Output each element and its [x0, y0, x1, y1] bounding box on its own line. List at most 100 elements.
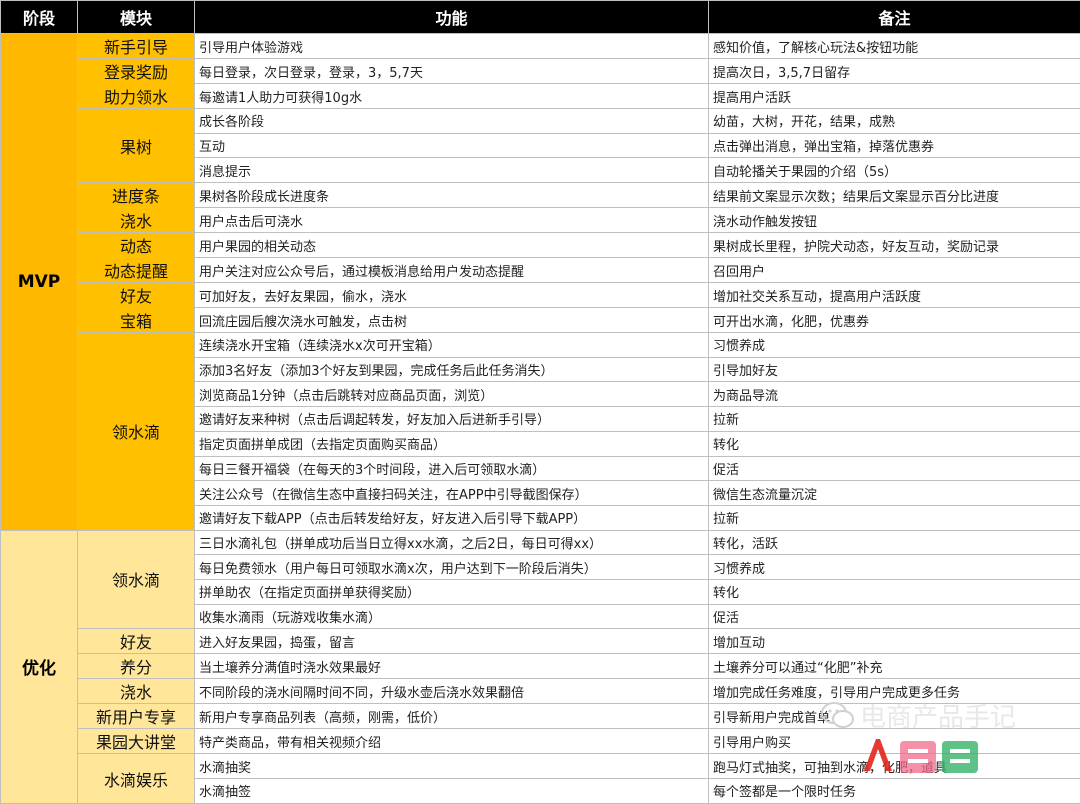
- module-cell: 好友: [78, 629, 195, 654]
- table-row: 浇水 用户点击后可浇水 浇水动作触发按钮: [1, 208, 1080, 233]
- note-cell: 增加社交关系互动，提高用户活跃度: [709, 283, 1080, 308]
- module-cell: 领水滴: [78, 333, 195, 531]
- function-cell: 每邀请1人助力可获得10g水: [195, 84, 709, 109]
- module-cell: 新手引导: [78, 34, 195, 59]
- wechat-icon: [820, 701, 856, 731]
- note-cell: 土壤养分可以通过“化肥”补充: [709, 654, 1080, 679]
- watermark: 电商产品手记: [820, 697, 1040, 787]
- function-cell: 每日三餐开福袋（在每天的3个时间段，进入后可领取水滴）: [195, 456, 709, 481]
- table-row: 登录奖励 每日登录，次日登录，登录，3，5,7天 提高次日，3,5,7日留存: [1, 59, 1080, 84]
- note-cell: 幼苗，大树，开花，结果，成熟: [709, 109, 1080, 134]
- header-row: 阶段 模块 功能 备注: [1, 1, 1080, 34]
- table-row: 好友 可加好友，去好友果园，偷水，浇水 增加社交关系互动，提高用户活跃度: [1, 283, 1080, 308]
- stage-mvp: MVP: [1, 34, 78, 531]
- table-row: 助力领水 每邀请1人助力可获得10g水 提高用户活跃: [1, 84, 1080, 109]
- module-cell: 果园大讲堂: [78, 729, 195, 754]
- function-cell: 新用户专享商品列表（高频，刚需，低价）: [195, 704, 709, 729]
- function-cell: 互动: [195, 133, 709, 158]
- function-cell: 特产类商品，带有相关视频介绍: [195, 729, 709, 754]
- module-cell: 浇水: [78, 208, 195, 233]
- note-cell: 习惯养成: [709, 333, 1080, 358]
- table-row: 果树 成长各阶段 幼苗，大树，开花，结果，成熟: [1, 109, 1080, 134]
- module-cell: 进度条: [78, 183, 195, 208]
- function-cell: 成长各阶段: [195, 109, 709, 134]
- function-cell: 进入好友果园，捣蛋，留言: [195, 629, 709, 654]
- note-cell: 召回用户: [709, 258, 1080, 283]
- function-cell: 用户点击后可浇水: [195, 208, 709, 233]
- header-function: 功能: [195, 1, 709, 34]
- table-row: 好友 进入好友果园，捣蛋，留言 增加互动: [1, 629, 1080, 654]
- module-cell: 领水滴: [78, 530, 195, 629]
- header-note: 备注: [709, 1, 1080, 34]
- function-cell: 水滴抽奖: [195, 754, 709, 779]
- module-cell: 好友: [78, 283, 195, 308]
- function-cell: 用户关注对应公众号后，通过模板消息给用户发动态提醒: [195, 258, 709, 283]
- feature-table: 阶段 模块 功能 备注 MVP 新手引导 引导用户体验游戏 感知价值，了解核心玩…: [0, 0, 1080, 804]
- note-cell: 感知价值，了解核心玩法&按钮功能: [709, 34, 1080, 59]
- note-cell: 微信生态流量沉淀: [709, 481, 1080, 506]
- table-row: 优化 领水滴 三日水滴礼包（拼单成功后当日立得xx水滴，之后2日，每日可得xx）…: [1, 530, 1080, 555]
- function-cell: 引导用户体验游戏: [195, 34, 709, 59]
- function-cell: 可加好友，去好友果园，偷水，浇水: [195, 283, 709, 308]
- table-row: 领水滴 连续浇水开宝箱（连续浇水x次可开宝箱） 习惯养成: [1, 333, 1080, 358]
- module-cell: 新用户专享: [78, 704, 195, 729]
- header-module: 模块: [78, 1, 195, 34]
- function-cell: 拼单助农（在指定页面拼单获得奖励）: [195, 579, 709, 604]
- function-cell: 邀请好友来种树（点击后调起转发，好友加入后进新手引导）: [195, 407, 709, 432]
- function-cell: 当土壤养分满值时浇水效果最好: [195, 654, 709, 679]
- function-cell: 回流庄园后艘次浇水可触发，点击树: [195, 308, 709, 333]
- table-row: 动态 用户果园的相关动态 果树成长里程，护院犬动态，好友互动，奖励记录: [1, 233, 1080, 258]
- module-cell: 浇水: [78, 679, 195, 704]
- function-cell: 三日水滴礼包（拼单成功后当日立得xx水滴，之后2日，每日可得xx）: [195, 530, 709, 555]
- note-cell: 提高用户活跃: [709, 84, 1080, 109]
- function-cell: 浏览商品1分钟（点击后跳转对应商品页面，浏览）: [195, 382, 709, 407]
- table-row: 进度条 果树各阶段成长进度条 结果前文案显示次数；结果后文案显示百分比进度: [1, 183, 1080, 208]
- function-cell: 收集水滴雨（玩游戏收集水滴）: [195, 604, 709, 629]
- function-cell: 水滴抽签: [195, 779, 709, 804]
- function-cell: 连续浇水开宝箱（连续浇水x次可开宝箱）: [195, 333, 709, 358]
- module-cell: 水滴娱乐: [78, 754, 195, 803]
- module-cell: 助力领水: [78, 84, 195, 109]
- module-cell: 果树: [78, 109, 195, 183]
- note-cell: 为商品导流: [709, 382, 1080, 407]
- note-cell: 促活: [709, 456, 1080, 481]
- note-cell: 果树成长里程，护院犬动态，好友互动，奖励记录: [709, 233, 1080, 258]
- function-cell: 每日免费领水（用户每日可领取水滴x次，用户达到下一阶段后消失）: [195, 555, 709, 580]
- function-cell: 消息提示: [195, 158, 709, 183]
- module-cell: 动态提醒: [78, 258, 195, 283]
- note-cell: 自动轮播关于果园的介绍（5s）: [709, 158, 1080, 183]
- function-cell: 每日登录，次日登录，登录，3，5,7天: [195, 59, 709, 84]
- table-row: 宝箱 回流庄园后艘次浇水可触发，点击树 可开出水滴，化肥，优惠券: [1, 308, 1080, 333]
- note-cell: 浇水动作触发按钮: [709, 208, 1080, 233]
- note-cell: 习惯养成: [709, 555, 1080, 580]
- note-cell: 引导加好友: [709, 357, 1080, 382]
- note-cell: 可开出水滴，化肥，优惠券: [709, 308, 1080, 333]
- function-cell: 关注公众号（在微信生态中直接扫码关注，在APP中引导截图保存）: [195, 481, 709, 506]
- module-cell: 宝箱: [78, 308, 195, 333]
- note-cell: 增加互动: [709, 629, 1080, 654]
- note-cell: 转化: [709, 579, 1080, 604]
- watermark-text: 电商产品手记: [860, 697, 1016, 734]
- function-cell: 添加3名好友（添加3个好友到果园，完成任务后此任务消失）: [195, 357, 709, 382]
- module-cell: 登录奖励: [78, 59, 195, 84]
- note-cell: 结果前文案显示次数；结果后文案显示百分比进度: [709, 183, 1080, 208]
- note-cell: 提高次日，3,5,7日留存: [709, 59, 1080, 84]
- module-cell: 养分: [78, 654, 195, 679]
- function-cell: 指定页面拼单成团（去指定页面购买商品）: [195, 431, 709, 456]
- table-row: 养分 当土壤养分满值时浇水效果最好 土壤养分可以通过“化肥”补充: [1, 654, 1080, 679]
- stage-opt: 优化: [1, 530, 78, 803]
- note-cell: 促活: [709, 604, 1080, 629]
- note-cell: 拉新: [709, 505, 1080, 530]
- note-cell: 点击弹出消息，弹出宝箱，掉落优惠券: [709, 133, 1080, 158]
- renren-logo: [856, 731, 986, 781]
- function-cell: 邀请好友下载APP（点击后转发给好友，好友进入后引导下载APP）: [195, 505, 709, 530]
- note-cell: 拉新: [709, 407, 1080, 432]
- module-cell: 动态: [78, 233, 195, 258]
- table-row: 动态提醒 用户关注对应公众号后，通过模板消息给用户发动态提醒 召回用户: [1, 258, 1080, 283]
- function-cell: 不同阶段的浇水间隔时间不同，升级水壶后浇水效果翻倍: [195, 679, 709, 704]
- note-cell: 转化: [709, 431, 1080, 456]
- header-stage: 阶段: [1, 1, 78, 34]
- table-row: MVP 新手引导 引导用户体验游戏 感知价值，了解核心玩法&按钮功能: [1, 34, 1080, 59]
- note-cell: 转化，活跃: [709, 530, 1080, 555]
- function-cell: 果树各阶段成长进度条: [195, 183, 709, 208]
